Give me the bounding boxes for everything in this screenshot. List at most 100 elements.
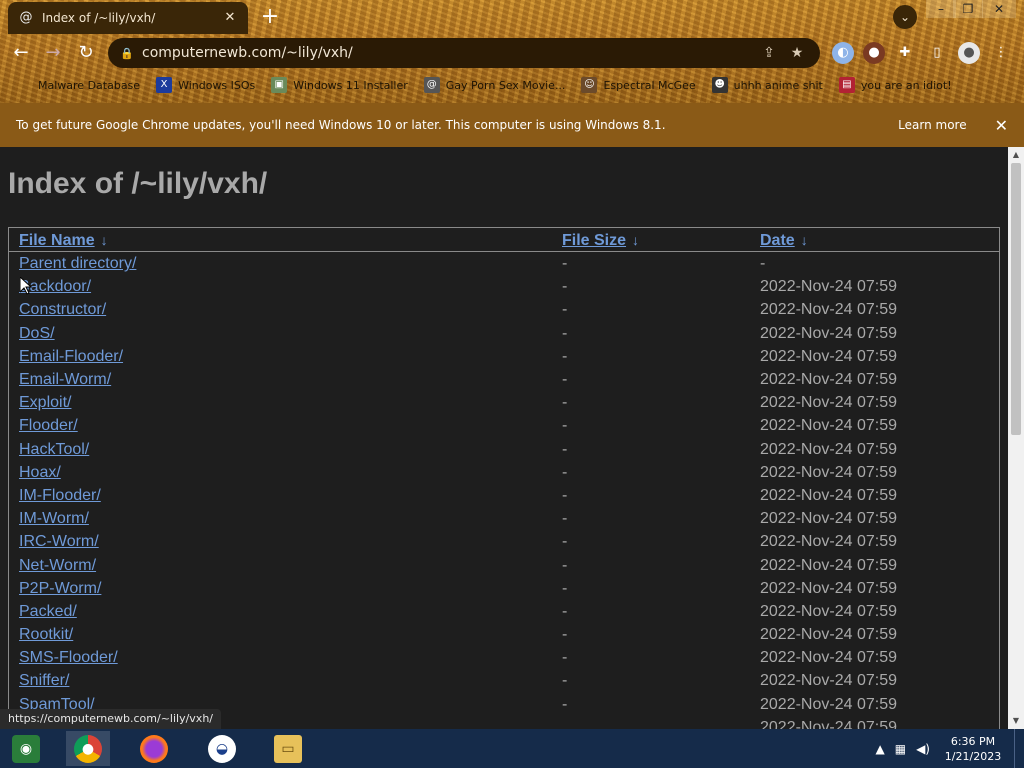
reload-button[interactable]: ↻ — [73, 40, 99, 66]
obama-logo-icon: ◒ — [208, 734, 236, 763]
show-desktop-button[interactable] — [1014, 729, 1024, 768]
file-name-cell: SMS-Flooder/ — [9, 646, 552, 669]
date-cell: 2022-Nov-24 07:59 — [760, 649, 897, 667]
file-name-cell: HackTool/ — [9, 438, 552, 461]
directory-link[interactable]: P2P-Worm/ — [19, 580, 101, 597]
directory-link[interactable]: IM-Worm/ — [19, 510, 89, 527]
directory-link[interactable]: IRC-Worm/ — [19, 533, 99, 550]
table-row: Exploit/ - 2022-Nov-24 07:59 — [9, 391, 999, 414]
start-button[interactable]: ◉ — [4, 731, 48, 766]
kebab-menu-icon[interactable]: ⋮ — [990, 42, 1012, 64]
page-title: Index of /~lily/vxh/ — [8, 167, 268, 200]
directory-link[interactable]: Email-Flooder/ — [19, 348, 123, 365]
avatar-extension-icon[interactable]: ● — [863, 42, 885, 64]
lock-icon[interactable]: 🔒 — [120, 47, 134, 60]
clock[interactable]: 6:36 PM 1/21/2023 — [940, 734, 1006, 764]
table-row: IM-Worm/ - 2022-Nov-24 07:59 — [9, 507, 999, 530]
close-window-button[interactable]: ✕ — [982, 0, 1016, 18]
puzzle-extensions-icon[interactable]: ✚ — [894, 42, 916, 64]
directory-link[interactable]: DoS/ — [19, 325, 55, 342]
directory-link[interactable]: Packed/ — [19, 603, 77, 620]
directory-link[interactable]: Email-Worm/ — [19, 371, 111, 388]
table-row: Email-Flooder/ - 2022-Nov-24 07:59 — [9, 345, 999, 368]
scroll-down-icon[interactable]: ▼ — [1008, 713, 1024, 729]
file-name-cell: Rootkit/ — [9, 623, 552, 646]
bookmark-you-are-an-idiot[interactable]: ▤ you are an idiot! — [838, 77, 952, 93]
directory-link[interactable]: Flooder/ — [19, 417, 78, 434]
directory-link[interactable]: Sniffer/ — [19, 672, 69, 689]
star-icon[interactable]: ★ — [786, 45, 808, 61]
directory-link[interactable]: Constructor/ — [19, 301, 106, 318]
file-size-cell: - — [562, 394, 568, 412]
new-tab-button[interactable]: + — [258, 6, 282, 30]
flag-extension-icon[interactable]: ◐ — [832, 42, 854, 64]
forward-button[interactable]: → — [40, 40, 66, 66]
directory-link[interactable]: HackTool/ — [19, 441, 89, 458]
date-cell: 2022-Nov-24 07:59 — [760, 510, 897, 528]
bookmark-movie-site[interactable]: @ Gay Porn Sex Movie... — [423, 77, 565, 93]
back-button[interactable]: ← — [8, 40, 34, 66]
restore-button[interactable]: ❐ — [953, 0, 983, 18]
table-row: Hoax/ - 2022-Nov-24 07:59 — [9, 461, 999, 484]
taskbar-file-explorer[interactable]: ▭ — [266, 731, 310, 766]
file-size-cell: - — [562, 510, 568, 528]
directory-link[interactable]: Hoax/ — [19, 464, 61, 481]
date-cell: - — [760, 255, 766, 273]
date-cell: 2022-Nov-24 07:59 — [760, 440, 897, 458]
url-text[interactable]: computernewb.com/~lily/vxh/ — [142, 45, 752, 61]
file-explorer-icon: ▭ — [274, 734, 302, 763]
directory-link[interactable]: Net-Worm/ — [19, 557, 96, 574]
directory-link[interactable]: Rootkit/ — [19, 626, 73, 643]
bookmark-malware-database[interactable]: Malware Database — [16, 77, 140, 93]
learn-more-link[interactable]: Learn more — [898, 118, 966, 132]
share-icon[interactable]: ⇪ — [758, 45, 780, 61]
date-cell: 2022-Nov-24 07:59 — [760, 417, 897, 435]
vertical-scrollbar[interactable]: ▲ ▼ — [1008, 147, 1024, 729]
table-row: SMS-Flooder/ - 2022-Nov-24 07:59 — [9, 646, 999, 669]
infobar-message: To get future Google Chrome updates, you… — [16, 118, 666, 132]
character-icon: ☺ — [581, 77, 598, 93]
bookmark-windows-isos[interactable]: X Windows ISOs — [156, 77, 255, 93]
directory-link[interactable]: Exploit/ — [19, 394, 71, 411]
minimize-button[interactable]: – — [926, 0, 956, 18]
file-name-cell: Flooder/ — [9, 414, 552, 437]
directory-link[interactable]: IM-Flooder/ — [19, 487, 101, 504]
spiral-logo-icon: @ — [19, 10, 33, 25]
file-name-cell: Constructor/ — [9, 298, 552, 321]
volume-icon[interactable]: ◀) — [916, 742, 930, 756]
bookmark-windows-11-installer[interactable]: ▣ Windows 11 Installer — [271, 77, 408, 93]
file-name-cell: Parent directory/ — [9, 252, 552, 275]
taskbar-firefox[interactable] — [132, 731, 176, 766]
file-name-cell: DoS/ — [9, 322, 552, 345]
active-tab[interactable]: @ Index of /~lily/vxh/ ✕ — [8, 2, 248, 34]
directory-link[interactable]: SMS-Flooder/ — [19, 649, 118, 666]
address-bar[interactable]: 🔒 computernewb.com/~lily/vxh/ ⇪ ★ — [108, 38, 820, 68]
tab-search-button[interactable]: ⌄ — [893, 5, 917, 29]
sort-by-size-link[interactable]: File Size — [562, 232, 626, 249]
chevron-up-icon[interactable]: ▲ — [876, 742, 885, 756]
profile-avatar-icon[interactable]: ● — [958, 42, 980, 64]
sort-arrow-icon[interactable]: ↓ — [101, 232, 108, 248]
bookmark-anime[interactable]: ☻ uhhh anime shit — [711, 77, 823, 93]
column-header-name: File Name ↓ — [9, 228, 552, 252]
tab-close-icon[interactable]: ✕ — [222, 10, 238, 26]
taskbar-obama-app[interactable]: ◒ — [200, 731, 244, 766]
file-size-cell: - — [562, 533, 568, 551]
sort-by-date-link[interactable]: Date — [760, 232, 795, 249]
file-rows: Parent directory/- - Backdoor/-2022-Nov-24… — [9, 252, 999, 729]
taskbar-chrome[interactable]: ● — [66, 731, 110, 766]
scroll-up-icon[interactable]: ▲ — [1008, 147, 1024, 163]
file-size-cell: - — [562, 417, 568, 435]
bookmark-espectral-mcgee[interactable]: ☺ Espectral McGee — [581, 77, 696, 93]
scrollbar-thumb[interactable] — [1011, 163, 1021, 435]
table-row: Constructor/ - 2022-Nov-24 07:59 — [9, 298, 999, 321]
side-panel-icon[interactable]: ▯ — [926, 42, 948, 64]
file-size-cell: - — [562, 602, 568, 620]
sort-arrow-icon[interactable]: ↓ — [801, 232, 808, 248]
table-row: IM-Flooder/ - 2022-Nov-24 07:59 — [9, 484, 999, 507]
infobar-close-icon[interactable]: ✕ — [995, 116, 1008, 135]
sort-by-name-link[interactable]: File Name — [19, 232, 95, 249]
sort-arrow-icon[interactable]: ↓ — [632, 232, 639, 248]
network-icon[interactable]: ▦ — [895, 742, 906, 756]
directory-link[interactable]: Parent directory/ — [19, 255, 136, 272]
